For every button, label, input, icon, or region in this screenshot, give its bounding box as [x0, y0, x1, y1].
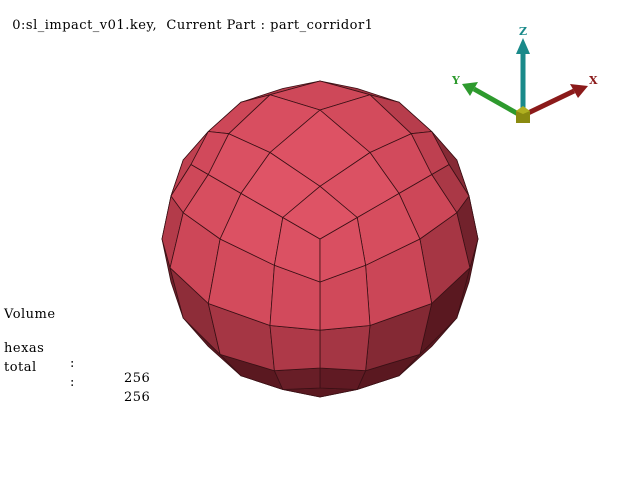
x-axis-line	[524, 88, 576, 117]
stats-row-value: 256	[124, 390, 151, 405]
mesh-element[interactable]	[319, 367, 367, 390]
mesh-element[interactable]	[273, 367, 321, 390]
stats-row-separator: :	[70, 375, 75, 390]
stats-row-hexas: hexas : 256	[4, 326, 150, 386]
mesh-element[interactable]	[319, 325, 371, 372]
stats-row-value: 256	[124, 371, 151, 386]
hexa-mesh-sphere[interactable]	[161, 80, 479, 398]
y-axis-line	[472, 86, 522, 118]
stats-row-separator: :	[70, 356, 75, 371]
3d-viewport[interactable]: Z Y X	[0, 0, 640, 480]
x-axis-label: X	[589, 74, 598, 87]
z-axis-arrowhead	[516, 38, 530, 54]
y-axis-label: Y	[451, 74, 460, 87]
stats-row-label: total	[4, 360, 37, 375]
mesh-element[interactable]	[269, 325, 321, 372]
axis-triad: Z Y X	[451, 25, 598, 123]
stats-row-total: total : 256	[4, 345, 150, 405]
stats-title: Volume	[4, 307, 56, 322]
stats-panel: Volume hexas : 256 total : 256	[4, 307, 150, 405]
z-axis-label: Z	[519, 25, 527, 38]
